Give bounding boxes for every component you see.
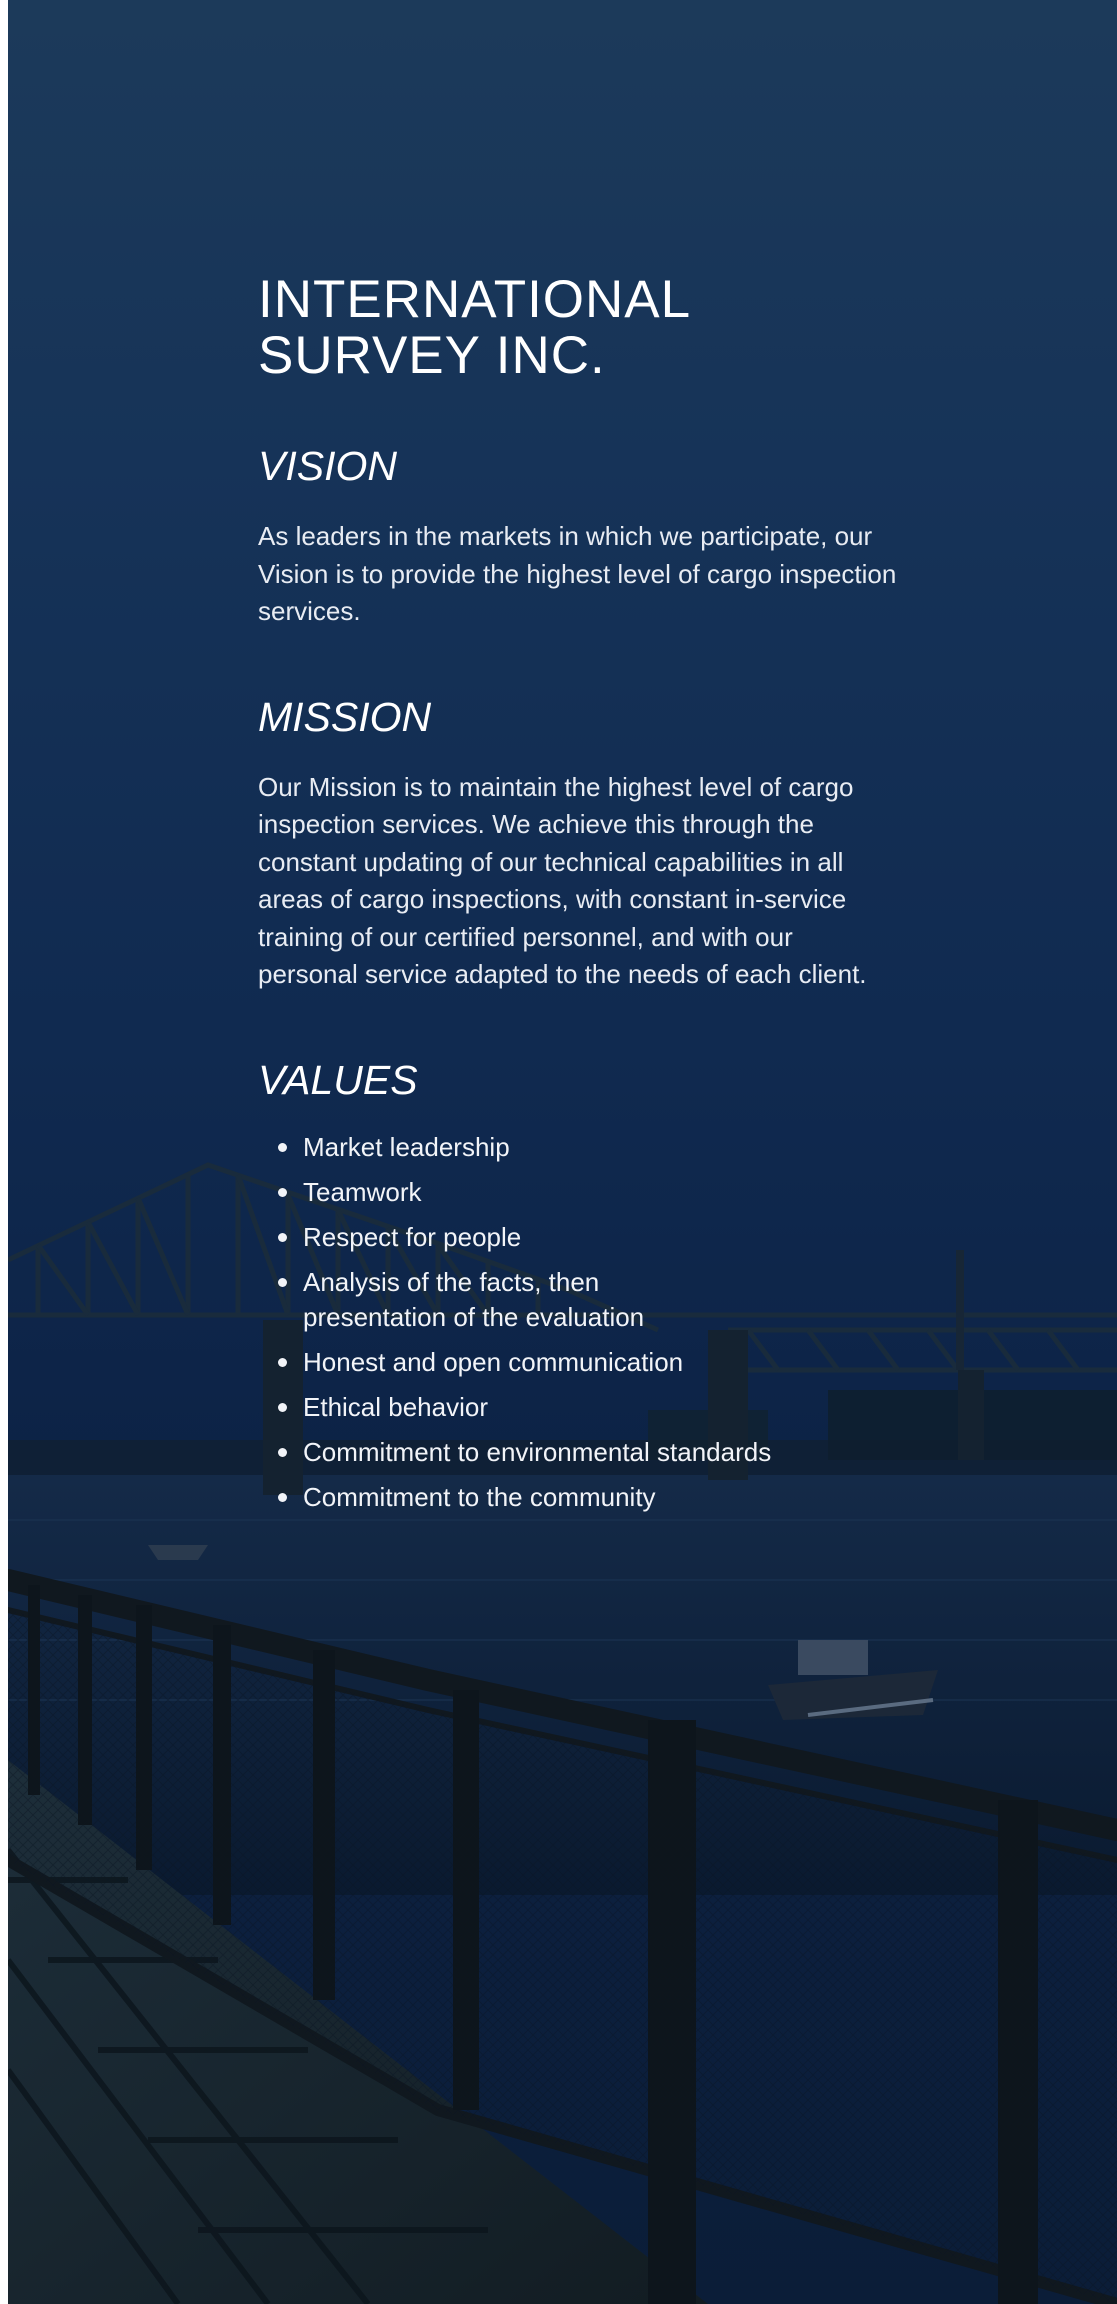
list-item: Market leadership — [258, 1130, 898, 1165]
value-label: Honest and open communication — [303, 1346, 684, 1377]
bullet-icon — [278, 1357, 287, 1367]
company-title: INTERNATIONAL SURVEY INC. — [258, 270, 692, 385]
value-label: Commitment to environmental standards — [303, 1436, 772, 1467]
list-item: Teamwork — [258, 1175, 898, 1210]
mission-text: Our Mission is to maintain the highest l… — [258, 771, 867, 990]
mission-heading: MISSION — [258, 693, 432, 740]
bullet-icon — [278, 1447, 287, 1457]
bullet-icon — [278, 1277, 287, 1287]
main-content: INTERNATIONAL SURVEY INC. VISION As lead… — [258, 272, 898, 1525]
vision-heading: VISION — [258, 443, 397, 489]
list-item: Ethical behavior — [258, 1390, 898, 1425]
value-label: Market leadership — [303, 1131, 510, 1162]
values-heading: VALUES — [258, 1056, 418, 1103]
page: INTERNATIONAL SURVEY INC. VISION As lead… — [8, 0, 1117, 2304]
bullet-icon — [278, 1492, 287, 1502]
list-item: Commitment to environmental standards — [258, 1435, 898, 1470]
value-label: Commitment to the community — [303, 1481, 656, 1512]
value-label: Analysis of the facts, then presentation… — [303, 1266, 645, 1332]
bullet-icon — [278, 1232, 287, 1242]
list-item: Respect for people — [258, 1220, 898, 1255]
value-label: Respect for people — [303, 1221, 522, 1252]
list-item: Honest and open communication — [258, 1345, 898, 1380]
value-label: Ethical behavior — [303, 1391, 488, 1422]
values-list: Market leadership Teamwork Respect for p… — [258, 1130, 898, 1515]
value-label: Teamwork — [303, 1176, 422, 1207]
list-item: Analysis of the facts, then presentation… — [258, 1265, 703, 1335]
list-item: Commitment to the community — [258, 1480, 898, 1515]
vision-text: As leaders in the markets in which we pa… — [258, 521, 897, 626]
bullet-icon — [278, 1402, 287, 1412]
bullet-icon — [278, 1187, 287, 1197]
bullet-icon — [278, 1142, 287, 1152]
